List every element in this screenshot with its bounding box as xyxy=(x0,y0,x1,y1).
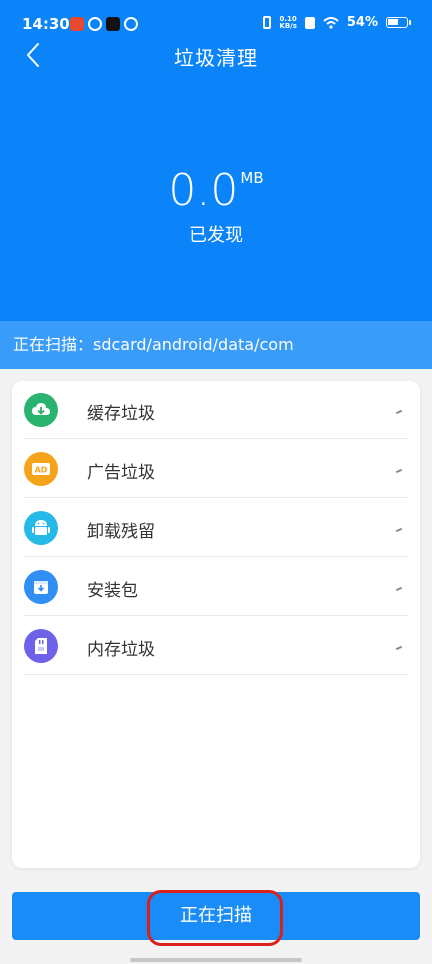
category-card: 缓存垃圾 AD 广告垃圾 卸载残留 安装包 内存垃圾 xyxy=(12,381,420,868)
net-speed: 0.10 KB/s xyxy=(279,15,297,30)
svg-text:AD: AD xyxy=(35,466,48,475)
page-title: 垃圾清理 xyxy=(174,46,258,70)
status-indicator xyxy=(395,645,403,651)
size-summary: 0.0 MB xyxy=(0,165,432,216)
battery-icon xyxy=(386,17,411,28)
status-indicator xyxy=(395,586,403,592)
list-item-memory[interactable]: 内存垃圾 xyxy=(24,617,408,675)
home-indicator[interactable] xyxy=(130,958,302,962)
tiktok-icon xyxy=(106,17,120,31)
status-time: 14:30 xyxy=(22,15,70,33)
list-item-cache[interactable]: 缓存垃圾 xyxy=(24,381,408,439)
item-label: 内存垃圾 xyxy=(87,640,155,660)
found-label: 已发现 xyxy=(189,225,243,246)
status-indicator xyxy=(395,468,403,474)
link-icon xyxy=(124,17,138,31)
notification-icons xyxy=(70,17,138,31)
scan-status-text: 正在扫描：sdcard/android/data/com xyxy=(13,335,294,354)
scan-button[interactable]: 正在扫描 xyxy=(12,892,420,940)
item-label: 卸载残留 xyxy=(87,522,155,542)
battery-percent: 54% xyxy=(346,15,378,30)
android-icon xyxy=(24,511,58,545)
fan-icon xyxy=(88,17,102,31)
item-label: 广告垃圾 xyxy=(87,463,155,483)
list-item-packages[interactable]: 安装包 xyxy=(24,558,408,616)
app-notification-icon xyxy=(70,17,84,31)
nav-bar: 垃圾清理 xyxy=(0,34,432,78)
wifi-icon xyxy=(323,16,339,29)
sd-card-icon xyxy=(24,629,58,663)
vibrate-icon xyxy=(263,16,272,29)
cloud-download-icon xyxy=(24,393,58,427)
item-label: 缓存垃圾 xyxy=(87,404,155,424)
net-speed-unit: KB/s xyxy=(279,21,297,30)
list-item-ads[interactable]: AD 广告垃圾 xyxy=(24,440,408,498)
size-unit: MB xyxy=(240,169,264,187)
status-right: 0.10 KB/s 54% xyxy=(263,15,411,30)
size-value: 0.0 xyxy=(168,165,239,216)
status-indicator xyxy=(395,527,403,533)
ad-icon: AD xyxy=(24,452,58,486)
status-indicator xyxy=(395,409,403,415)
item-label: 安装包 xyxy=(87,581,138,601)
sim-off-icon xyxy=(304,16,315,29)
scan-status-strip: 正在扫描：sdcard/android/data/com xyxy=(0,321,432,369)
list-item-uninstall-residue[interactable]: 卸载残留 xyxy=(24,499,408,557)
package-icon xyxy=(24,570,58,604)
